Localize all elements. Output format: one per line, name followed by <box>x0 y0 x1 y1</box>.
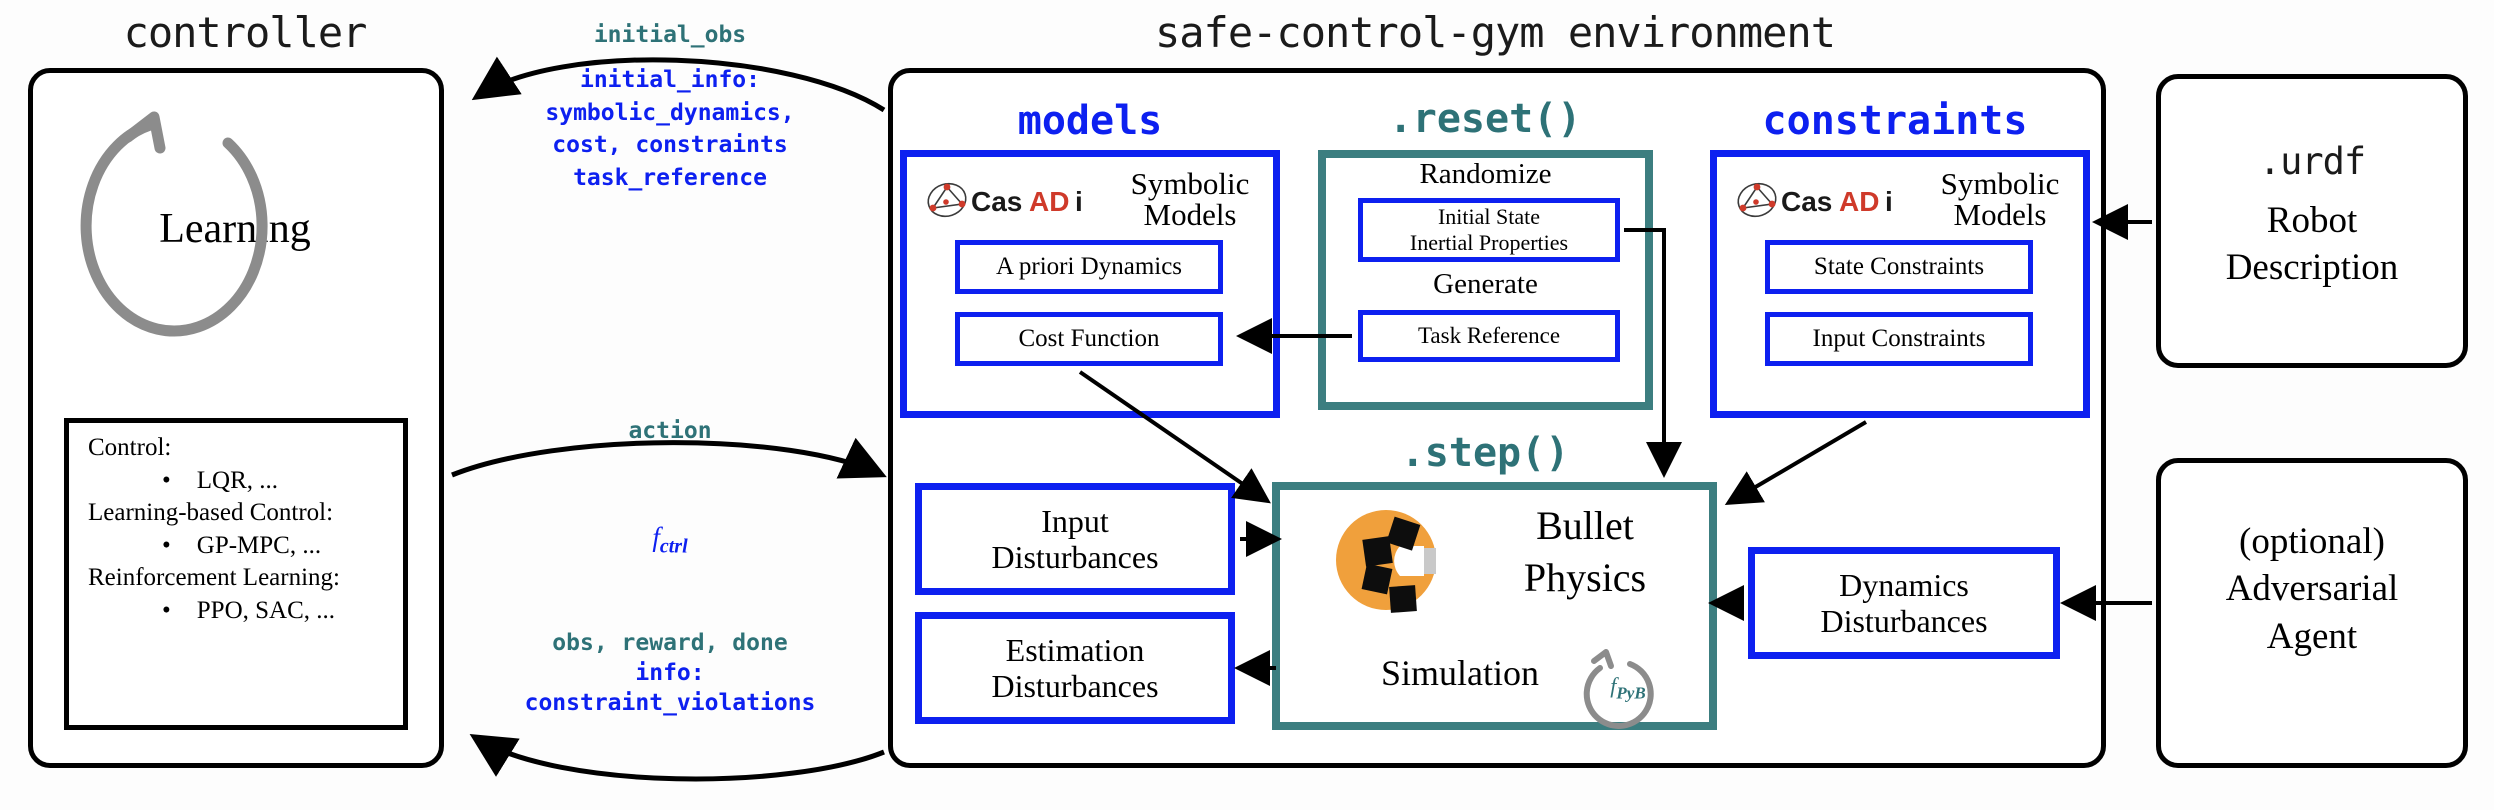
diagram-root: controller safe-control-gym environment … <box>0 0 2494 810</box>
bullet-physics-line-1: Physics <box>1523 555 1647 600</box>
initial-info-line-1: symbolic_dynamics, <box>545 99 795 126</box>
state-constraints-label: State Constraints <box>1813 253 1985 280</box>
methods-item-0: LQR, ... <box>88 465 398 498</box>
randomize-line-1: Inertial Properties <box>1409 230 1569 255</box>
f-ctrl-label: fctrl <box>460 522 880 558</box>
dynamics-disturbances-line-1: Disturbances <box>1820 603 1988 639</box>
generate-heading: Generate <box>1433 268 1538 300</box>
reset-title: .reset() <box>1388 96 1582 142</box>
initial-info-line-2: cost, constraints <box>552 132 788 159</box>
svg-text:i: i <box>1075 186 1083 217</box>
adversary-line-1: Adversarial <box>2225 568 2399 610</box>
input-constraints-label: Input Constraints <box>1812 325 1986 352</box>
models-subtitle: Symbolic Models <box>1110 168 1270 230</box>
models-title: models <box>1017 98 1163 144</box>
environment-header: safe-control-gym environment <box>1154 8 1836 57</box>
estimation-disturbances-line-1: Disturbances <box>991 668 1159 704</box>
randomize-box: Initial State Inertial Properties <box>1358 198 1620 262</box>
input-disturbances-line-1: Disturbances <box>991 539 1159 575</box>
info-line-1: constraint_violations <box>524 690 816 717</box>
bullet-physics-title: Bullet Physics <box>1470 500 1700 604</box>
input-constraints-box: Input Constraints <box>1765 312 2033 366</box>
fpyb-sub: PyB <box>1616 683 1646 703</box>
methods-item-1: GP-MPC, ... <box>88 530 398 563</box>
step-title: .step() <box>1400 430 1570 476</box>
initial-info-line-0: initial_info: <box>579 67 760 93</box>
simulation-label: Simulation <box>1380 653 1539 693</box>
controller-header: controller <box>123 8 368 57</box>
action-label: action <box>628 418 712 444</box>
info-line-0: info: <box>635 660 705 686</box>
casadi-logo: Cas AD i <box>925 178 1100 222</box>
models-subtitle-line-0: Symbolic <box>1130 166 1250 201</box>
methods-heading-1: Learning-based Control: <box>88 499 334 526</box>
estimation-disturbances-line-0: Estimation <box>1005 631 1145 668</box>
constraints-subtitle: Symbolic Models <box>1920 168 2080 230</box>
cost-function-box: Cost Function <box>955 312 1223 366</box>
urdf-extension-label: .urdf <box>2258 140 2366 183</box>
estimation-disturbances-box: Estimation Disturbances <box>915 612 1235 724</box>
apriori-dynamics-box: A priori Dynamics <box>955 240 1223 294</box>
urdf-description-label: Robot Description <box>2156 198 2468 291</box>
learning-loop-label: Learning <box>159 206 311 253</box>
bullet-physics-logo <box>1332 502 1460 622</box>
f-ctrl-base: f <box>652 522 660 552</box>
initial-info-label: initial_info: symbolic_dynamics, cost, c… <box>460 64 880 195</box>
methods-heading-0: Control: <box>88 434 172 461</box>
input-disturbances-line-0: Input <box>1041 502 1109 539</box>
svg-text:Cas: Cas <box>1781 186 1832 217</box>
apriori-dynamics-label: A priori Dynamics <box>995 253 1183 280</box>
controller-methods-list: Control: LQR, ... Learning-based Control… <box>88 432 398 627</box>
methods-heading-2: Reinforcement Learning: <box>88 564 340 591</box>
constraints-title: constraints <box>1762 98 2028 144</box>
adversary-line-2: Agent <box>2266 615 2358 657</box>
f-ctrl-sub: ctrl <box>659 535 688 558</box>
obs-reward-done-label: obs, reward, done <box>552 630 788 656</box>
dynamics-disturbances-line-0: Dynamics <box>1839 566 1969 603</box>
arrow-action <box>451 437 887 479</box>
models-subtitle-line-1: Models <box>1143 197 1237 232</box>
constraints-subtitle-line-0: Symbolic <box>1940 166 2060 201</box>
adversary-label: (optional) Adversarial Agent <box>2156 518 2468 660</box>
task-reference-box: Task Reference <box>1358 310 1620 362</box>
initial-obs-label: initial_obs <box>593 22 747 48</box>
svg-text:AD: AD <box>1029 186 1069 217</box>
svg-text:AD: AD <box>1839 186 1879 217</box>
arrow-obs-reward <box>469 734 885 782</box>
svg-text:i: i <box>1885 186 1893 217</box>
initial-info-line-3: task_reference <box>573 164 767 191</box>
randomize-heading: Randomize <box>1419 158 1552 190</box>
randomize-line-0: Initial State <box>1437 204 1540 230</box>
cost-function-label: Cost Function <box>1018 325 1160 352</box>
methods-item-2: PPO, SAC, ... <box>88 595 398 628</box>
bullet-physics-line-0: Bullet <box>1536 503 1634 548</box>
input-disturbances-box: Input Disturbances <box>915 483 1235 595</box>
urdf-description-line-0: Robot <box>2266 200 2358 241</box>
urdf-description-line-1: Description <box>2225 246 2399 288</box>
casadi-logo: Cas AD i <box>1735 178 1910 222</box>
task-reference-label: Task Reference <box>1417 323 1561 349</box>
svg-text:Cas: Cas <box>971 186 1022 217</box>
state-constraints-box: State Constraints <box>1765 240 2033 294</box>
adversary-line-0: (optional) <box>2239 521 2385 562</box>
fpyb-loop-label: fPyB <box>1588 660 1668 712</box>
info-violations-label: info: constraint_violations <box>440 658 900 719</box>
dynamics-disturbances-box: Dynamics Disturbances <box>1748 547 2060 659</box>
constraints-subtitle-line-1: Models <box>1953 197 2047 232</box>
